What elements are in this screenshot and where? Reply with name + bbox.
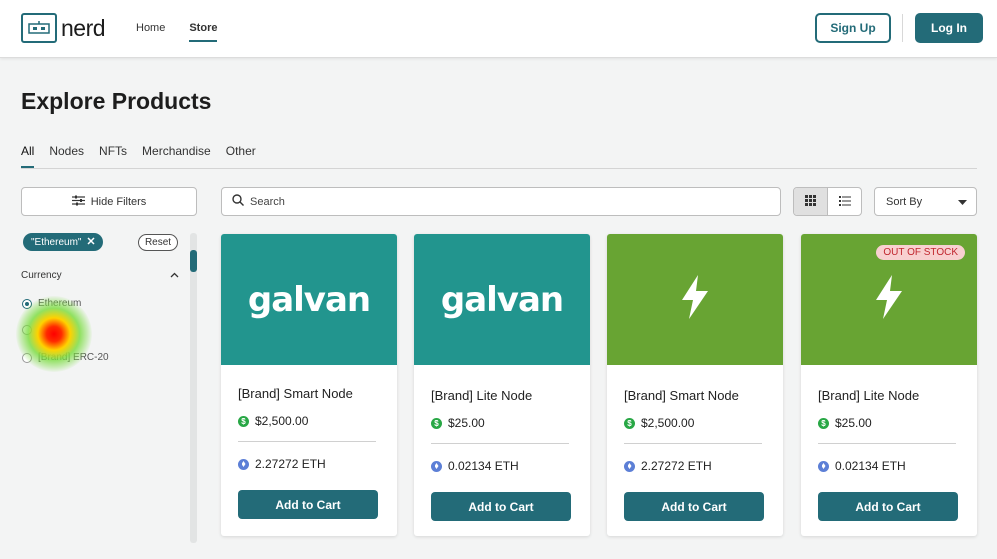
card-divider	[818, 443, 956, 444]
active-filter-chip: "Ethereum"	[23, 233, 104, 251]
filter-chip-label: "Ethereum"	[31, 236, 82, 248]
usd-price-value: $2,500.00	[641, 416, 695, 430]
product-name: [Brand] Lite Node	[818, 388, 920, 403]
out-of-stock-badge: OUT OF STOCK	[876, 245, 965, 260]
ethereum-icon	[624, 460, 635, 472]
product-card[interactable]: [Brand] Smart Node $ $2,500.00 2.27272 E…	[607, 234, 783, 536]
search-input[interactable]	[250, 195, 750, 208]
dollar-icon: $	[431, 417, 442, 429]
tab-nodes[interactable]: Nodes	[49, 144, 84, 168]
usd-price-value: $25.00	[835, 416, 872, 430]
sort-dropdown[interactable]: Sort By	[874, 187, 977, 216]
reset-filters-button[interactable]: Reset	[138, 234, 178, 251]
header-divider	[902, 14, 903, 42]
add-to-cart-button[interactable]: Add to Cart	[238, 490, 378, 519]
logo-text: nerd	[61, 14, 106, 41]
nav-store[interactable]: Store	[189, 22, 218, 42]
click-heatmap-overlay	[16, 296, 92, 372]
search-icon	[232, 193, 244, 211]
page-title: Explore Products	[21, 88, 212, 114]
tab-nfts[interactable]: NFTs	[99, 144, 127, 168]
grid-icon	[805, 193, 816, 211]
ethereum-icon	[238, 458, 249, 470]
product-card[interactable]: OUT OF STOCK [Brand] Lite Node $ $25.00 …	[801, 234, 977, 536]
filter-scroll-track[interactable]	[190, 233, 197, 543]
nav-home[interactable]: Home	[136, 22, 165, 42]
card-divider	[238, 441, 376, 442]
logo-icon	[21, 13, 57, 43]
category-tabs: All Nodes NFTs Merchandise Other	[21, 144, 977, 169]
usd-price: $ $2,500.00	[624, 416, 694, 430]
product-image: galvan	[221, 234, 397, 365]
eth-price: 2.27272 ETH	[238, 457, 326, 471]
grid-view-button[interactable]	[794, 188, 828, 215]
sliders-icon	[71, 195, 85, 209]
product-name: [Brand] Lite Node	[431, 388, 533, 403]
usd-price-value: $25.00	[448, 416, 485, 430]
eth-price: 0.02134 ETH	[818, 459, 906, 473]
chevron-up-icon	[170, 270, 179, 281]
list-view-button[interactable]	[828, 188, 861, 215]
log-in-button[interactable]: Log In	[915, 13, 983, 43]
card-divider	[431, 443, 569, 444]
tab-other[interactable]: Other	[226, 144, 256, 168]
view-toggle	[793, 187, 862, 216]
product-image: galvan	[414, 234, 590, 365]
tab-merchandise[interactable]: Merchandise	[142, 144, 211, 168]
dollar-icon: $	[818, 417, 829, 429]
add-to-cart-button[interactable]: Add to Cart	[818, 492, 958, 521]
card-divider	[624, 443, 762, 444]
product-name: [Brand] Smart Node	[624, 388, 739, 403]
usd-price-value: $2,500.00	[255, 414, 309, 428]
eth-price-value: 0.02134 ETH	[835, 459, 906, 473]
eth-price-value: 0.02134 ETH	[448, 459, 519, 473]
galvan-logo: galvan	[247, 279, 371, 320]
usd-price: $ $25.00	[818, 416, 872, 430]
filter-scrollbar-thumb[interactable]	[190, 250, 197, 272]
usd-price: $ $25.00	[431, 416, 485, 430]
eth-price-value: 2.27272 ETH	[641, 459, 712, 473]
currency-title: Currency	[21, 270, 62, 281]
eth-price: 0.02134 ETH	[431, 459, 519, 473]
dollar-icon: $	[624, 417, 635, 429]
ethereum-icon	[818, 460, 829, 472]
product-image: OUT OF STOCK	[801, 234, 977, 365]
main-nav: Home Store	[136, 22, 218, 42]
list-icon	[838, 193, 851, 211]
sort-label: Sort By	[886, 195, 923, 208]
remove-filter-icon[interactable]	[87, 236, 95, 248]
tab-all[interactable]: All	[21, 144, 35, 168]
sign-up-button[interactable]: Sign Up	[815, 13, 891, 43]
caret-down-icon	[958, 196, 967, 208]
lightning-bolt-icon	[680, 275, 710, 324]
eth-price: 2.27272 ETH	[624, 459, 712, 473]
currency-filter-header[interactable]: Currency	[21, 270, 179, 281]
eth-price-value: 2.27272 ETH	[255, 457, 326, 471]
hide-filters-button[interactable]: Hide Filters	[21, 187, 197, 216]
product-card[interactable]: galvan [Brand] Lite Node $ $25.00 0.0213…	[414, 234, 590, 536]
search-bar	[221, 187, 781, 216]
add-to-cart-button[interactable]: Add to Cart	[431, 492, 571, 521]
galvan-logo: galvan	[440, 279, 564, 320]
add-to-cart-button[interactable]: Add to Cart	[624, 492, 764, 521]
top-navbar: nerd Home Store Sign Up Log In	[0, 0, 997, 58]
dollar-icon: $	[238, 415, 249, 427]
product-image	[607, 234, 783, 365]
lightning-bolt-icon	[874, 275, 904, 324]
product-name: [Brand] Smart Node	[238, 386, 353, 401]
brand-logo[interactable]: nerd	[21, 13, 106, 43]
ethereum-icon	[431, 460, 442, 472]
usd-price: $ $2,500.00	[238, 414, 308, 428]
hide-filters-label: Hide Filters	[90, 195, 147, 208]
product-card[interactable]: galvan [Brand] Smart Node $ $2,500.00 2.…	[221, 234, 397, 536]
